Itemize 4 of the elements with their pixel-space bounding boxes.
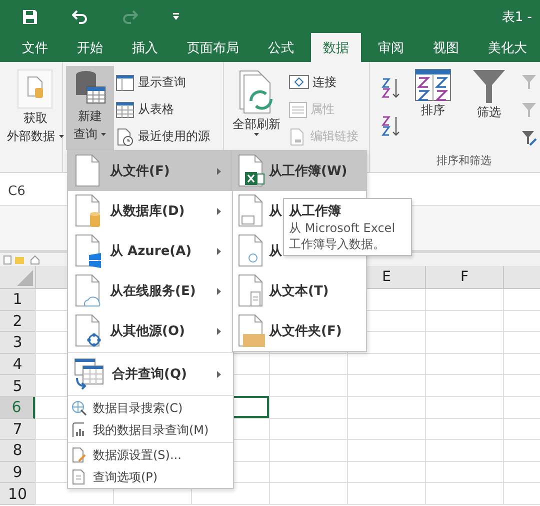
tooltip-title: 从工作簿	[289, 203, 342, 220]
group-label: 排序和筛选	[436, 153, 492, 168]
window-title: 表1 -	[502, 8, 532, 26]
tooltip-text: 从 Microsoft Excel 工作簿导入数据。	[289, 220, 396, 252]
